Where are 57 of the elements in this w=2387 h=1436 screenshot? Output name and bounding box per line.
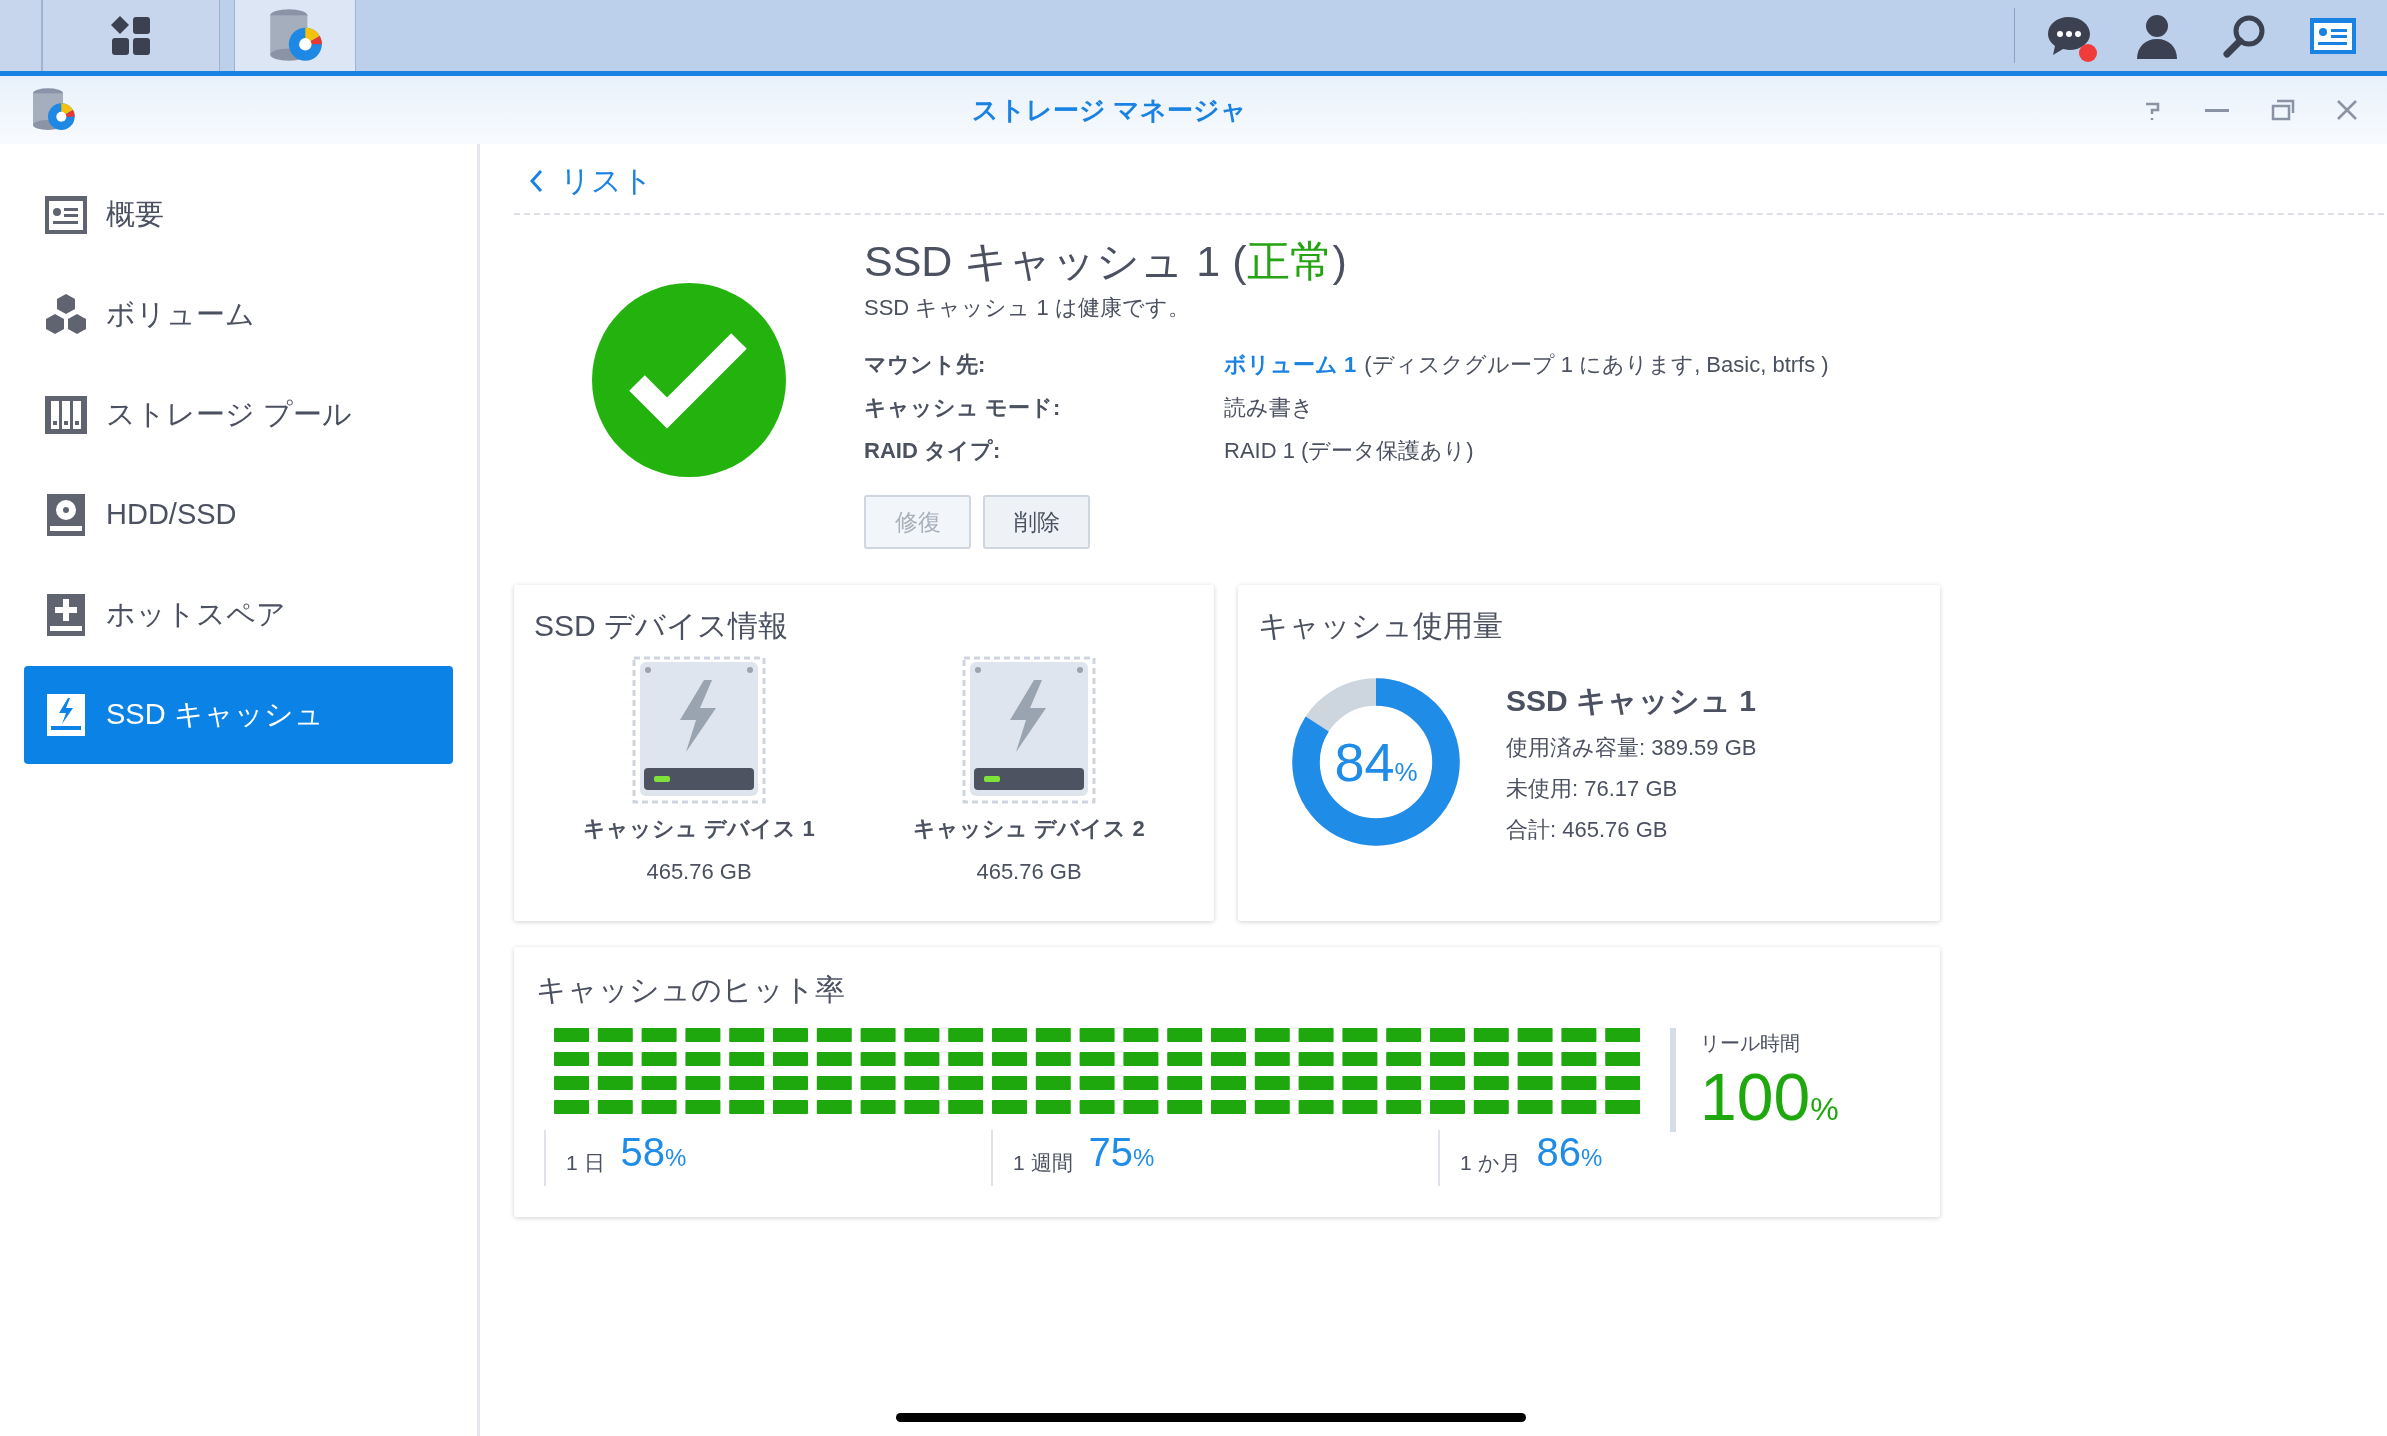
usage-stat: 合計: 465.76 GB xyxy=(1506,816,1669,844)
main-menu-tab[interactable] xyxy=(42,0,220,71)
device-name: キャッシュ デバイス 2 xyxy=(913,815,1145,843)
storage-pool-icon xyxy=(44,395,88,435)
card-title: キャッシュ使用量 xyxy=(1258,609,1503,642)
period-rate: 75% xyxy=(1088,1129,1155,1176)
ssd-drive-icon xyxy=(962,656,1096,804)
detail-label: RAID タイプ: xyxy=(864,437,1002,465)
device-size: 465.76 GB xyxy=(646,858,752,886)
usage-stat: 未使用: 76.17 GB xyxy=(1506,775,1679,803)
volume-link[interactable]: ボリューム 1 xyxy=(1224,352,1357,377)
ssd-drive-icon xyxy=(632,656,766,804)
detail-label: キャッシュ モード: xyxy=(864,394,1062,422)
usage-percent: 84% xyxy=(1334,730,1418,794)
disk-drive-icon xyxy=(46,493,86,537)
sidebar-item[interactable]: HDD/SSD xyxy=(24,466,453,564)
restore-icon xyxy=(2269,98,2295,122)
user-icon xyxy=(2135,12,2179,59)
card-title: キャッシュのヒット率 xyxy=(536,973,845,1006)
period-label: 1 か月 xyxy=(1460,1149,1521,1176)
sidebar-item[interactable]: ボリューム xyxy=(24,266,453,364)
back-link[interactable]: リスト xyxy=(528,158,2384,203)
sidebar-item[interactable]: ホットスペア xyxy=(24,566,453,664)
device-size: 465.76 GB xyxy=(976,858,1082,886)
minimize-button[interactable] xyxy=(2205,108,2229,112)
widgets-button[interactable] xyxy=(2309,15,2357,56)
detail-value: ボリューム 1 (ディスクグループ 1 にあります, Basic, btrfs ) xyxy=(1224,351,1829,379)
sidebar-item[interactable]: 概要 xyxy=(24,166,453,264)
realtime-label: リール時間 xyxy=(1700,1031,1801,1056)
cache-title: SSD キャッシュ 1 (正常) xyxy=(864,236,1348,287)
sidebar-item[interactable]: ストレージ プール xyxy=(24,366,453,464)
id-card-icon xyxy=(2309,16,2357,55)
card-title: SSD デバイス情報 xyxy=(534,609,789,642)
health-description: SSD キャッシュ 1 は健康です。 xyxy=(864,294,1191,322)
sidebar-item[interactable]: SSD キャッシュ xyxy=(24,666,453,764)
device-name: キャッシュ デバイス 1 xyxy=(583,815,815,843)
plus-drive-icon xyxy=(46,593,86,637)
chevron-left-icon xyxy=(528,167,544,194)
window-title: ストレージ マネージャ xyxy=(971,93,1248,127)
detail-value: RAID 1 (データ保護あり) xyxy=(1224,437,1475,465)
lightning-drive-icon xyxy=(46,693,86,737)
detail-label: マウント先: xyxy=(864,351,987,379)
period-label: 1 日 xyxy=(566,1149,605,1176)
close-icon xyxy=(2335,98,2359,122)
period-rate: 58% xyxy=(620,1129,687,1176)
app-tab[interactable] xyxy=(234,0,356,71)
action-button[interactable]: 削除 xyxy=(983,495,1090,549)
cache-name: SSD キャッシュ 1 xyxy=(1506,683,1757,719)
detail-value: 読み書き xyxy=(1224,394,1315,422)
restore-button[interactable] xyxy=(2269,98,2295,122)
period-rate: 86% xyxy=(1536,1129,1603,1176)
close-button[interactable] xyxy=(2335,98,2359,122)
usage-stat: 使用済み容量: 389.59 GB xyxy=(1506,734,1757,762)
realtime-rate: 100% xyxy=(1700,1062,1839,1133)
id-card-icon xyxy=(44,195,88,235)
minimize-icon xyxy=(2205,108,2229,112)
period-label: 1 週間 xyxy=(1013,1149,1073,1176)
